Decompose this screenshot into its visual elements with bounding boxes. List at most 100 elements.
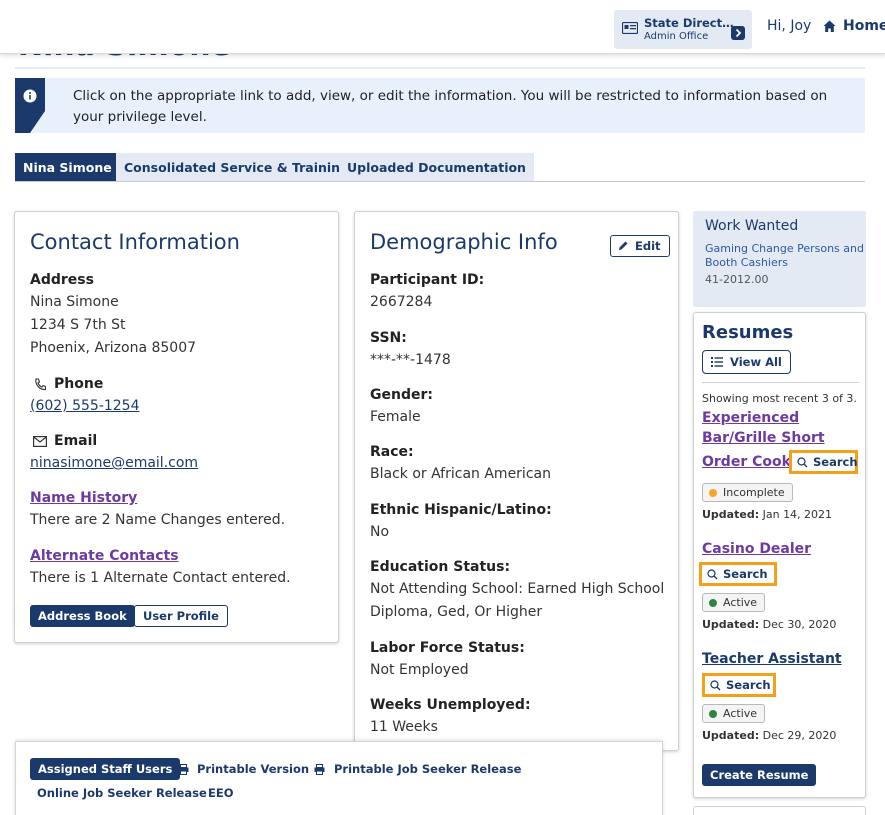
eeo-link[interactable]: EEO	[208, 786, 234, 800]
chevron-right-icon	[731, 26, 745, 40]
search-icon	[710, 680, 721, 691]
resume-3-link[interactable]: Teacher Assistant	[702, 651, 842, 667]
home-link[interactable]: Home	[843, 18, 885, 34]
resume-2-updated-label: Updated:	[702, 618, 760, 631]
work-wanted-title: Work Wanted	[705, 218, 799, 234]
view-all-button[interactable]: View All	[702, 350, 791, 374]
envelope-icon	[33, 436, 47, 447]
resume-1-link-line-1[interactable]: Experienced	[702, 410, 799, 426]
labor-force-status-value: Not Employed	[370, 662, 469, 678]
ssn-label: SSN:	[370, 330, 407, 346]
tab-uploaded-documentation[interactable]: Uploaded Documentation	[339, 153, 534, 182]
resume-3-updated-label: Updated:	[702, 729, 760, 742]
alternate-contacts-text: There is 1 Alternate Contact entered.	[30, 570, 291, 586]
resume-3-status-label: Active	[723, 707, 758, 720]
weeks-unemployed-label: Weeks Unemployed:	[370, 697, 531, 713]
state-directory-label: State Direct…	[644, 16, 734, 30]
printable-job-seeker-release-link[interactable]: Printable Job Seeker Release	[334, 762, 521, 776]
gender-label: Gender:	[370, 387, 433, 403]
resumes-title: Resumes	[702, 322, 794, 343]
contact-information-card: Contact Information Address Nina Simone …	[14, 211, 339, 643]
race-label: Race:	[370, 444, 414, 460]
resume-1-updated-date: Jan 14, 2021	[762, 508, 833, 521]
resume-1-link-line-2[interactable]: Bar/Grille Short	[702, 430, 825, 446]
next-card-edge	[693, 806, 866, 815]
work-wanted-code: 41-2012.00	[705, 273, 769, 286]
alternate-contacts-link[interactable]: Alternate Contacts	[30, 548, 179, 564]
resume-2-link[interactable]: Casino Dealer	[702, 541, 811, 557]
resume-1-updated: Updated: Jan 14, 2021	[702, 508, 832, 521]
resume-1-search-label: Search	[813, 455, 858, 469]
greeting: Hi, Joy	[767, 18, 812, 34]
online-job-seeker-release-link[interactable]: Online Job Seeker Release	[37, 786, 207, 800]
resumes-card: Resumes View All Showing most recent 3 o…	[693, 312, 866, 798]
phone-icon	[35, 378, 46, 391]
user-profile-button[interactable]: User Profile	[134, 605, 228, 627]
tab-consolidated-service[interactable]: Consolidated Service & Training	[116, 153, 358, 182]
resume-2-status-badge: Active	[702, 593, 766, 612]
printable-version-link[interactable]: Printable Version	[197, 762, 309, 776]
resumes-showing-text: Showing most recent 3 of 3.	[702, 392, 857, 405]
labor-force-status-label: Labor Force Status:	[370, 640, 525, 656]
phone-label: Phone	[54, 376, 104, 392]
state-directory-button[interactable]: State Direct… Admin Office	[614, 10, 752, 49]
ssn-value: ***-**-1478	[370, 352, 451, 368]
gender-value: Female	[370, 409, 421, 425]
office-label: Admin Office	[644, 31, 709, 42]
resume-3-updated-date: Dec 29, 2020	[762, 729, 837, 742]
title-divider	[15, 67, 865, 69]
tab-nina-simone[interactable]: Nina Simone	[15, 153, 120, 182]
resume-3-status-badge: Active	[702, 704, 766, 723]
resume-1-status-label: Incomplete	[723, 486, 785, 499]
actions-panel: Assigned Staff Users Printable Version P…	[15, 741, 663, 815]
status-dot-icon	[709, 599, 717, 607]
list-icon	[711, 357, 723, 367]
info-banner-text: Click on the appropriate link to add, vi…	[73, 88, 828, 125]
education-status-value-line-2: Diploma, Ged, Or Higher	[370, 604, 543, 620]
address-label: Address	[30, 272, 94, 288]
resume-2-updated: Updated: Dec 30, 2020	[702, 618, 836, 631]
resume-2-search-button[interactable]: Search	[699, 562, 777, 586]
info-banner: Click on the appropriate link to add, vi…	[15, 78, 865, 133]
edit-button[interactable]: Edit	[610, 235, 670, 257]
assigned-staff-users-button[interactable]: Assigned Staff Users	[30, 758, 181, 780]
resume-1-search-button[interactable]: Search	[789, 450, 858, 474]
email-link[interactable]: ninasimone@email.com	[30, 455, 198, 471]
search-icon	[707, 569, 718, 580]
demographic-info-title: Demographic Info	[370, 230, 558, 254]
top-header: State Direct… Admin Office Hi, Joy Home	[0, 0, 885, 54]
resume-3-updated: Updated: Dec 29, 2020	[702, 729, 836, 742]
address-book-button[interactable]: Address Book	[30, 605, 135, 627]
edit-label: Edit	[635, 239, 661, 253]
search-icon	[797, 457, 808, 468]
info-icon	[23, 89, 37, 103]
printer-icon	[314, 764, 325, 775]
create-resume-button[interactable]: Create Resume	[702, 764, 817, 786]
race-value: Black or African American	[370, 466, 551, 482]
work-wanted-description[interactable]: Gaming Change Persons and Booth Cashiers	[705, 242, 865, 270]
view-all-label: View All	[730, 355, 782, 369]
resumes-divider	[702, 382, 859, 383]
printer-icon	[178, 764, 189, 775]
name-history-text: There are 2 Name Changes entered.	[30, 512, 286, 528]
ethnic-value: No	[370, 524, 390, 540]
resume-2-updated-date: Dec 30, 2020	[762, 618, 837, 631]
resume-1-link-line-3[interactable]: Order Cook	[702, 454, 791, 470]
participant-id-value: 2667284	[370, 294, 433, 310]
resume-2-status-label: Active	[723, 596, 758, 609]
work-wanted-panel: Work Wanted Gaming Change Persons and Bo…	[693, 211, 866, 307]
home-icon[interactable]	[823, 20, 836, 33]
status-dot-icon	[709, 489, 717, 497]
education-status-label: Education Status:	[370, 559, 511, 575]
address-line-3: Phoenix, Arizona 85007	[30, 340, 197, 356]
address-line-2: 1234 S 7th St	[30, 317, 126, 333]
resume-3-search-button[interactable]: Search	[702, 673, 776, 697]
tab-divider	[15, 181, 865, 182]
address-line-1: Nina Simone	[30, 294, 119, 310]
contact-information-title: Contact Information	[30, 230, 240, 254]
phone-link[interactable]: (602) 555-1254	[30, 398, 140, 414]
resume-2-search-label: Search	[723, 567, 768, 581]
resume-3-search-label: Search	[726, 678, 771, 692]
name-history-link[interactable]: Name History	[30, 490, 137, 506]
ethnic-label: Ethnic Hispanic/Latino:	[370, 502, 552, 518]
